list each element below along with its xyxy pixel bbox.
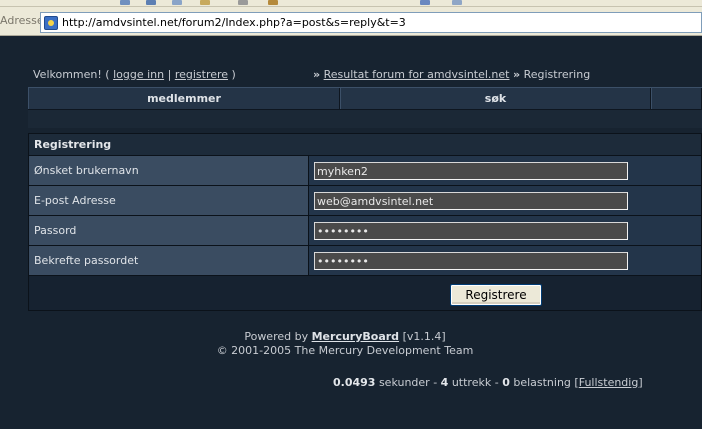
form-submit-row: Registrere xyxy=(29,276,701,310)
stats-load: 0 xyxy=(502,376,510,389)
register-button[interactable]: Registrere xyxy=(450,284,542,306)
welcome-suffix: ) xyxy=(231,68,236,81)
form-title: Registrering xyxy=(29,134,701,156)
registration-form: Registrering Ønsket brukernavn E-post Ad… xyxy=(28,133,702,311)
address-input[interactable]: http://amdvsintel.net/forum2/Index.php?a… xyxy=(40,12,702,33)
form-row-password: Passord xyxy=(29,216,701,246)
breadcrumb-arrow: » xyxy=(512,68,521,81)
username-input[interactable] xyxy=(314,162,628,180)
breadcrumb-forum-link[interactable]: Resultat forum for amdvsintel.net xyxy=(324,68,510,81)
full-stats-link[interactable]: Fullstendig xyxy=(579,376,639,389)
powered-by-text: Powered by xyxy=(244,330,309,343)
toolbar-button-icon[interactable] xyxy=(420,0,430,5)
address-bar: Adresse http://amdvsintel.net/forum2/Ind… xyxy=(0,7,702,36)
toolbar-button-icon[interactable] xyxy=(146,0,156,5)
stats-load-unit: belastning xyxy=(513,376,571,389)
username-cell xyxy=(309,156,701,185)
nav-members[interactable]: medlemmer xyxy=(28,88,340,109)
toolbar-button-icon[interactable] xyxy=(238,0,248,5)
login-link[interactable]: logge inn xyxy=(113,68,164,81)
address-label: Adresse xyxy=(0,14,44,27)
password-confirm-label: Bekrefte passordet xyxy=(29,246,309,275)
welcome-separator: | xyxy=(167,68,172,81)
spacer-strip xyxy=(28,110,702,128)
toolbar-button-icon[interactable] xyxy=(200,0,210,5)
address-url[interactable]: http://amdvsintel.net/forum2/Index.php?a… xyxy=(62,16,406,29)
toolbar-button-icon[interactable] xyxy=(120,0,130,5)
footer-stats: 0.0493 sekunder - 4 uttrekk - 0 belastni… xyxy=(333,376,643,389)
nav-more[interactable] xyxy=(651,88,702,109)
page-favicon-icon xyxy=(44,16,58,30)
mercuryboard-link[interactable]: MercuryBoard xyxy=(312,330,399,343)
footer-powered-by: Powered by MercuryBoard [v1.1.4] xyxy=(145,330,545,343)
password-cell xyxy=(309,216,701,245)
form-row-password-confirm: Bekrefte passordet xyxy=(29,246,701,276)
welcome-text: Velkommen! ( logge inn | registrere ) xyxy=(33,68,236,81)
password-confirm-input[interactable] xyxy=(314,252,628,270)
forum-navbar: medlemmer søk xyxy=(28,87,702,110)
breadcrumb: » Resultat forum for amdvsintel.net » Re… xyxy=(313,68,590,81)
stats-time-unit: sekunder - xyxy=(378,376,438,389)
toolbar-button-icon[interactable] xyxy=(172,0,182,5)
email-label: E-post Adresse xyxy=(29,186,309,215)
stats-queries: 4 xyxy=(440,376,449,389)
version-text: [v1.1.4] xyxy=(402,330,446,343)
email-input[interactable] xyxy=(314,192,628,210)
topline: Velkommen! ( logge inn | registrere ) » … xyxy=(33,68,673,84)
password-confirm-cell xyxy=(309,246,701,275)
form-row-username: Ønsket brukernavn xyxy=(29,156,701,186)
toolbar-button-icon[interactable] xyxy=(268,0,278,5)
breadcrumb-arrow: » xyxy=(313,68,321,81)
stats-time: 0.0493 xyxy=(333,376,376,389)
email-cell xyxy=(309,186,701,215)
username-label: Ønsket brukernavn xyxy=(29,156,309,185)
breadcrumb-current: Registrering xyxy=(523,68,591,81)
password-input[interactable] xyxy=(314,222,628,240)
password-label: Passord xyxy=(29,216,309,245)
nav-search[interactable]: søk xyxy=(340,88,651,109)
footer-copyright: © 2001-2005 The Mercury Development Team xyxy=(216,344,474,357)
form-row-email: E-post Adresse xyxy=(29,186,701,216)
browser-toolbar xyxy=(0,0,702,7)
toolbar-button-icon[interactable] xyxy=(452,0,462,5)
register-link[interactable]: registrere xyxy=(175,68,228,81)
stats-queries-unit: uttrekk - xyxy=(451,376,499,389)
welcome-prefix: Velkommen! ( xyxy=(33,68,110,81)
